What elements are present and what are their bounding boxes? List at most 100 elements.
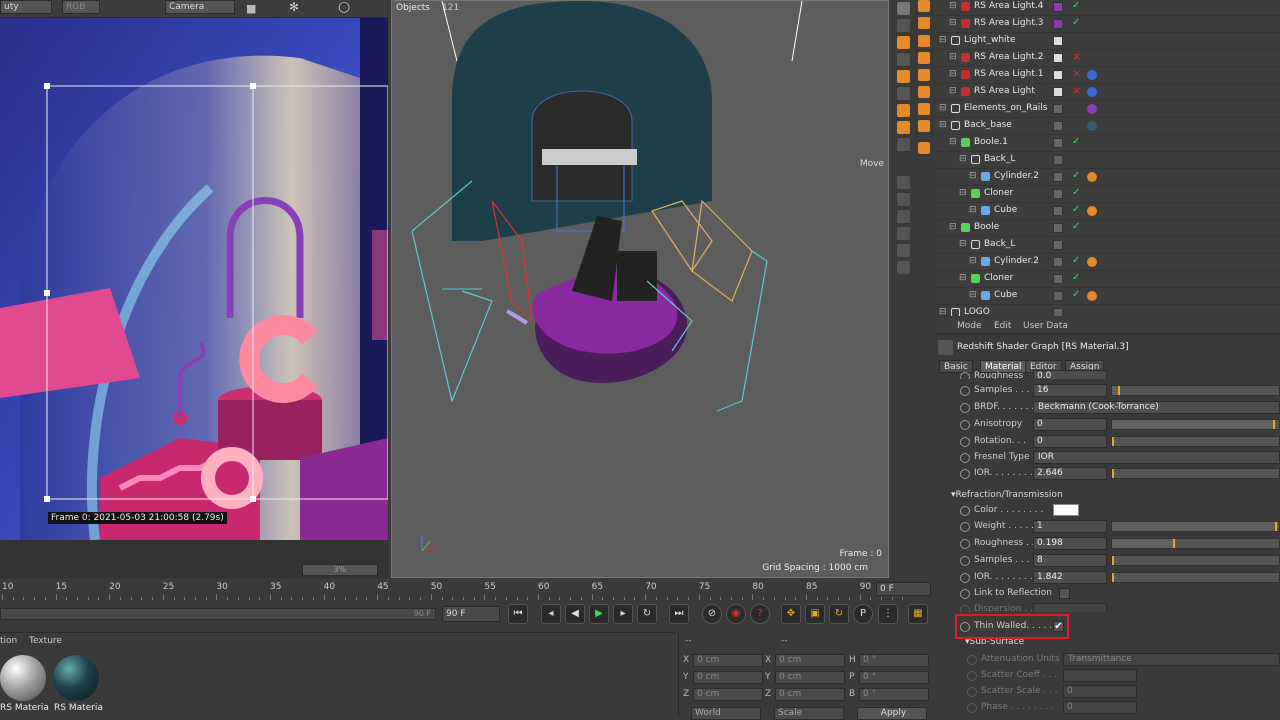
tool-icon-11[interactable]	[897, 193, 910, 206]
property-value-field[interactable]: 0	[1033, 435, 1107, 448]
keyframe-dot-icon[interactable]	[960, 539, 970, 549]
tool-icon-6[interactable]	[897, 87, 910, 100]
coord-field[interactable]: 0 °	[859, 654, 929, 667]
end-frame-field[interactable]: 90 F	[442, 606, 500, 622]
obj-tool-icon-4[interactable]	[918, 52, 930, 64]
enabled-check-icon[interactable]: ✓	[1072, 255, 1080, 266]
grid-key-icon[interactable]: ⋮	[878, 604, 898, 624]
object-row[interactable]: ⊟ Elements_on_Rails	[935, 101, 1280, 118]
play-button[interactable]: ▶	[589, 604, 609, 624]
object-row[interactable]: ⊟ RS Area Light.3 ✓	[935, 16, 1280, 33]
keyframe-dot-icon[interactable]	[960, 522, 970, 532]
menu-mode[interactable]: Mode	[957, 321, 982, 331]
tag-icon[interactable]	[1087, 70, 1097, 80]
object-name[interactable]: Cloner	[984, 273, 1013, 283]
enabled-check-icon[interactable]: ✓	[1072, 272, 1080, 283]
object-name[interactable]: Back_L	[984, 154, 1015, 164]
property-slider[interactable]	[1111, 555, 1280, 566]
enabled-check-icon[interactable]: ✓	[1072, 289, 1080, 300]
coord-field[interactable]: 0 cm	[775, 671, 845, 684]
object-name[interactable]: Boole	[974, 222, 999, 232]
expand-icon[interactable]: ⊟	[949, 52, 957, 62]
object-row[interactable]: ⊟ RS Area Light ×	[935, 84, 1280, 101]
snowflake-icon[interactable]: ✻	[289, 0, 299, 14]
goto-end-button[interactable]: ⏭	[669, 604, 689, 624]
prev-key-button[interactable]: ◂	[541, 604, 561, 624]
next-frame-button[interactable]: ▸	[613, 604, 633, 624]
expand-icon[interactable]: ⊟	[939, 35, 947, 45]
keyframe-dot-icon[interactable]	[960, 403, 970, 413]
tag-icon[interactable]	[1087, 172, 1097, 182]
property-value-field[interactable]: 1.842	[1033, 571, 1107, 584]
keyframe-dot-icon[interactable]	[960, 589, 970, 599]
coord-field[interactable]: 0 cm	[693, 654, 763, 667]
tag-icon[interactable]	[1087, 206, 1097, 216]
obj-tool-icon-3[interactable]	[918, 35, 930, 47]
expand-icon[interactable]: ⊟	[959, 154, 967, 164]
obj-tool-icon-9[interactable]	[918, 142, 930, 154]
disabled-x-icon[interactable]: ×	[1072, 50, 1081, 63]
layer-color-swatch[interactable]	[1053, 206, 1063, 216]
keyframe-dot-icon[interactable]	[960, 420, 970, 430]
enabled-check-icon[interactable]: ✓	[1072, 170, 1080, 181]
tool-icon-5[interactable]	[897, 70, 910, 83]
tool-icon-10[interactable]	[897, 176, 910, 189]
object-name[interactable]: Elements_on_Rails	[964, 103, 1047, 113]
menu-texture[interactable]: Texture	[29, 636, 62, 646]
render-mode-dropdown[interactable]: uty	[0, 0, 52, 14]
enabled-check-icon[interactable]: ✓	[1072, 204, 1080, 215]
menu-edit[interactable]: Edit	[994, 321, 1011, 331]
object-row[interactable]: ⊟ RS Area Light.2 ×	[935, 50, 1280, 67]
layer-color-swatch[interactable]	[1053, 155, 1063, 165]
disabled-x-icon[interactable]: ×	[1072, 67, 1081, 80]
layer-color-swatch[interactable]	[1053, 19, 1063, 29]
object-name[interactable]: RS Area Light.2	[974, 52, 1043, 62]
tag-icon[interactable]	[1087, 121, 1097, 131]
property-slider[interactable]	[1111, 572, 1280, 583]
layer-color-swatch[interactable]	[1053, 308, 1063, 316]
property-dropdown[interactable]: Transmittance	[1063, 653, 1280, 666]
expand-icon[interactable]: ⊟	[959, 273, 967, 283]
layer-color-swatch[interactable]	[1053, 274, 1063, 284]
coord-field[interactable]: 0 cm	[775, 654, 845, 667]
world-dropdown[interactable]: World	[691, 707, 761, 720]
tool-icon-4[interactable]	[897, 53, 910, 66]
enabled-check-icon[interactable]: ✓	[1072, 187, 1080, 198]
property-slider[interactable]	[1111, 436, 1280, 447]
tool-icon-9[interactable]	[897, 138, 910, 151]
expand-icon[interactable]: ⊟	[949, 1, 957, 11]
apply-button[interactable]: Apply	[857, 707, 927, 720]
keyframe-dot-icon[interactable]	[960, 437, 970, 447]
tag-icon[interactable]	[1087, 104, 1097, 114]
tag-icon[interactable]	[1087, 257, 1097, 267]
keyframe-dot-icon[interactable]	[960, 372, 970, 379]
object-name[interactable]: LOGO	[964, 307, 990, 316]
property-dropdown[interactable]: Beckmann (Cook-Torrance)	[1033, 401, 1280, 414]
param-key-icon[interactable]: P	[853, 604, 873, 624]
object-row[interactable]: ⊟ Cube ✓	[935, 288, 1280, 305]
object-name[interactable]: Light_white	[964, 35, 1016, 45]
keyframe-dot-icon[interactable]	[967, 687, 977, 697]
property-value-field[interactable]: 0.198	[1033, 537, 1107, 550]
expand-icon[interactable]: ⊟	[969, 290, 977, 300]
material-thumb-2[interactable]	[53, 655, 99, 701]
expand-icon[interactable]: ⊟	[949, 137, 957, 147]
tool-icon-14[interactable]	[897, 244, 910, 257]
object-row[interactable]: ⊟ Back_L	[935, 237, 1280, 254]
keyframe-dot-icon[interactable]	[967, 671, 977, 681]
tag-icon[interactable]	[1087, 291, 1097, 301]
object-row[interactable]: ⊟ Cloner ✓	[935, 271, 1280, 288]
property-value-field[interactable]: 2.646	[1033, 467, 1107, 480]
expand-icon[interactable]: ⊟	[939, 103, 947, 113]
object-name[interactable]: RS Area Light.1	[974, 69, 1043, 79]
property-slider[interactable]	[1111, 468, 1280, 479]
property-checkbox[interactable]	[1059, 588, 1070, 599]
layer-color-swatch[interactable]	[1053, 223, 1063, 233]
property-value-field[interactable]: 0.0	[1033, 370, 1107, 379]
frame-range-slider[interactable]: 90 F	[0, 608, 436, 620]
layer-color-swatch[interactable]	[1053, 70, 1063, 80]
property-value-field[interactable]	[1063, 669, 1137, 682]
scale-key-icon[interactable]: ▣	[805, 604, 825, 624]
layer-color-swatch[interactable]	[1053, 138, 1063, 148]
snapshot-icon[interactable]: ■	[246, 2, 256, 15]
